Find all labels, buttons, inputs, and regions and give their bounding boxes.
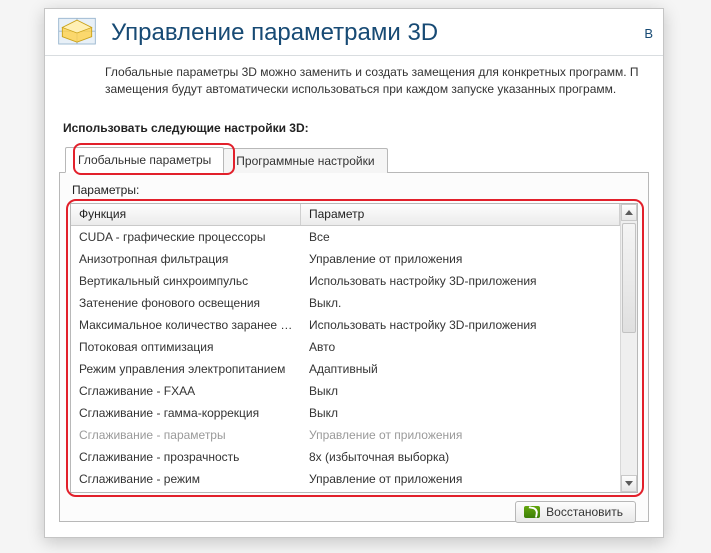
cell-function: Потоковая оптимизация [71,340,301,354]
chevron-up-icon [625,210,633,215]
tab-program-label: Программные настройки [236,154,374,168]
cell-parameter: 8x (избыточная выборка) [301,450,620,464]
cell-parameter: Выкл. [301,296,620,310]
table-row[interactable]: Максимальное количество заранее под...Ис… [71,314,620,336]
cell-function: Затенение фонового освещения [71,296,301,310]
scroll-track[interactable] [621,221,637,475]
table-row[interactable]: Сглаживание - прозрачность8x (избыточная… [71,446,620,468]
intro-line-1: Глобальные параметры 3D можно заменить и… [105,65,639,79]
cell-function: Сглаживание - режим [71,472,301,486]
table-row[interactable]: CUDA - графические процессорыВсе [71,226,620,248]
table-row[interactable]: Вертикальный синхроимпульсИспользовать н… [71,270,620,292]
cell-parameter: Выкл [301,406,620,420]
cell-parameter: Управление от приложения [301,252,620,266]
scroll-up-button[interactable] [621,204,637,221]
parameters-label: Параметры: [70,183,638,203]
cell-parameter: Использовать настройку 3D-приложения [301,318,620,332]
cell-function: Анизотропная фильтрация [71,252,301,266]
table-row[interactable]: Затенение фонового освещенияВыкл. [71,292,620,314]
cell-parameter: Управление от приложения [301,428,620,442]
cell-parameter: Авто [301,340,620,354]
cell-function: Сглаживание - параметры [71,428,301,442]
cell-parameter: Управление от приложения [301,472,620,486]
intro-line-2: замещения будут автоматически использова… [105,82,616,96]
settings-dialog: Управление параметрами 3D В Глобальные п… [44,8,664,538]
cell-function: Сглаживание - гамма-коррекция [71,406,301,420]
tabs-row: Глобальные параметры Программные настрой… [59,143,649,173]
dialog-header: Управление параметрами 3D В [45,9,663,55]
cell-parameter: Адаптивный [301,362,620,376]
header-right-text: В [644,26,653,41]
table-row[interactable]: Сглаживание - режимУправление от приложе… [71,468,620,490]
table-row[interactable]: Режим управления электропитаниемАдаптивн… [71,358,620,380]
list-body: CUDA - графические процессорыВсеАнизотро… [71,226,620,490]
cell-parameter: Выкл [301,384,620,398]
table-row[interactable]: Потоковая оптимизацияАвто [71,336,620,358]
tab-panel: Параметры: Функция Параметр CUDA - графи… [59,172,649,522]
nvidia-logo-icon [524,506,540,518]
tab-global[interactable]: Глобальные параметры [65,147,224,173]
list-header: Функция Параметр [71,204,620,226]
button-row: Восстановить [70,493,638,523]
cell-function: Вертикальный синхроимпульс [71,274,301,288]
cell-function: Сглаживание - FXAA [71,384,301,398]
nvidia-3d-logo-icon [55,14,99,52]
chevron-down-icon [625,481,633,486]
vertical-scrollbar[interactable] [620,204,637,492]
restore-button-label: Восстановить [546,505,623,519]
cell-parameter: Использовать настройку 3D-приложения [301,274,620,288]
settings-listbox[interactable]: Функция Параметр CUDA - графические проц… [70,203,638,493]
cell-function: CUDA - графические процессоры [71,230,301,244]
list-content: Функция Параметр CUDA - графические проц… [71,204,620,492]
table-row[interactable]: Анизотропная фильтрацияУправление от при… [71,248,620,270]
section-title: Использовать следующие настройки 3D: [59,115,649,143]
cell-parameter: Все [301,230,620,244]
cell-function: Режим управления электропитанием [71,362,301,376]
scroll-down-button[interactable] [621,475,637,492]
cell-function: Сглаживание - прозрачность [71,450,301,464]
restore-button[interactable]: Восстановить [515,501,636,523]
tab-global-label: Глобальные параметры [78,153,211,167]
column-header-parameter[interactable]: Параметр [301,204,620,225]
column-header-function[interactable]: Функция [71,204,301,225]
settings-list-wrap: Функция Параметр CUDA - графические проц… [70,203,638,493]
intro-text: Глобальные параметры 3D можно заменить и… [45,56,663,107]
page-title: Управление параметрами 3D [111,19,438,47]
tab-program[interactable]: Программные настройки [223,148,387,173]
table-row[interactable]: Сглаживание - FXAAВыкл [71,380,620,402]
cell-function: Максимальное количество заранее под... [71,318,301,332]
scroll-thumb[interactable] [622,223,636,333]
table-row[interactable]: Сглаживание - гамма-коррекцияВыкл [71,402,620,424]
content-area: Использовать следующие настройки 3D: Гло… [45,107,663,532]
table-row[interactable]: Сглаживание - параметрыУправление от при… [71,424,620,446]
